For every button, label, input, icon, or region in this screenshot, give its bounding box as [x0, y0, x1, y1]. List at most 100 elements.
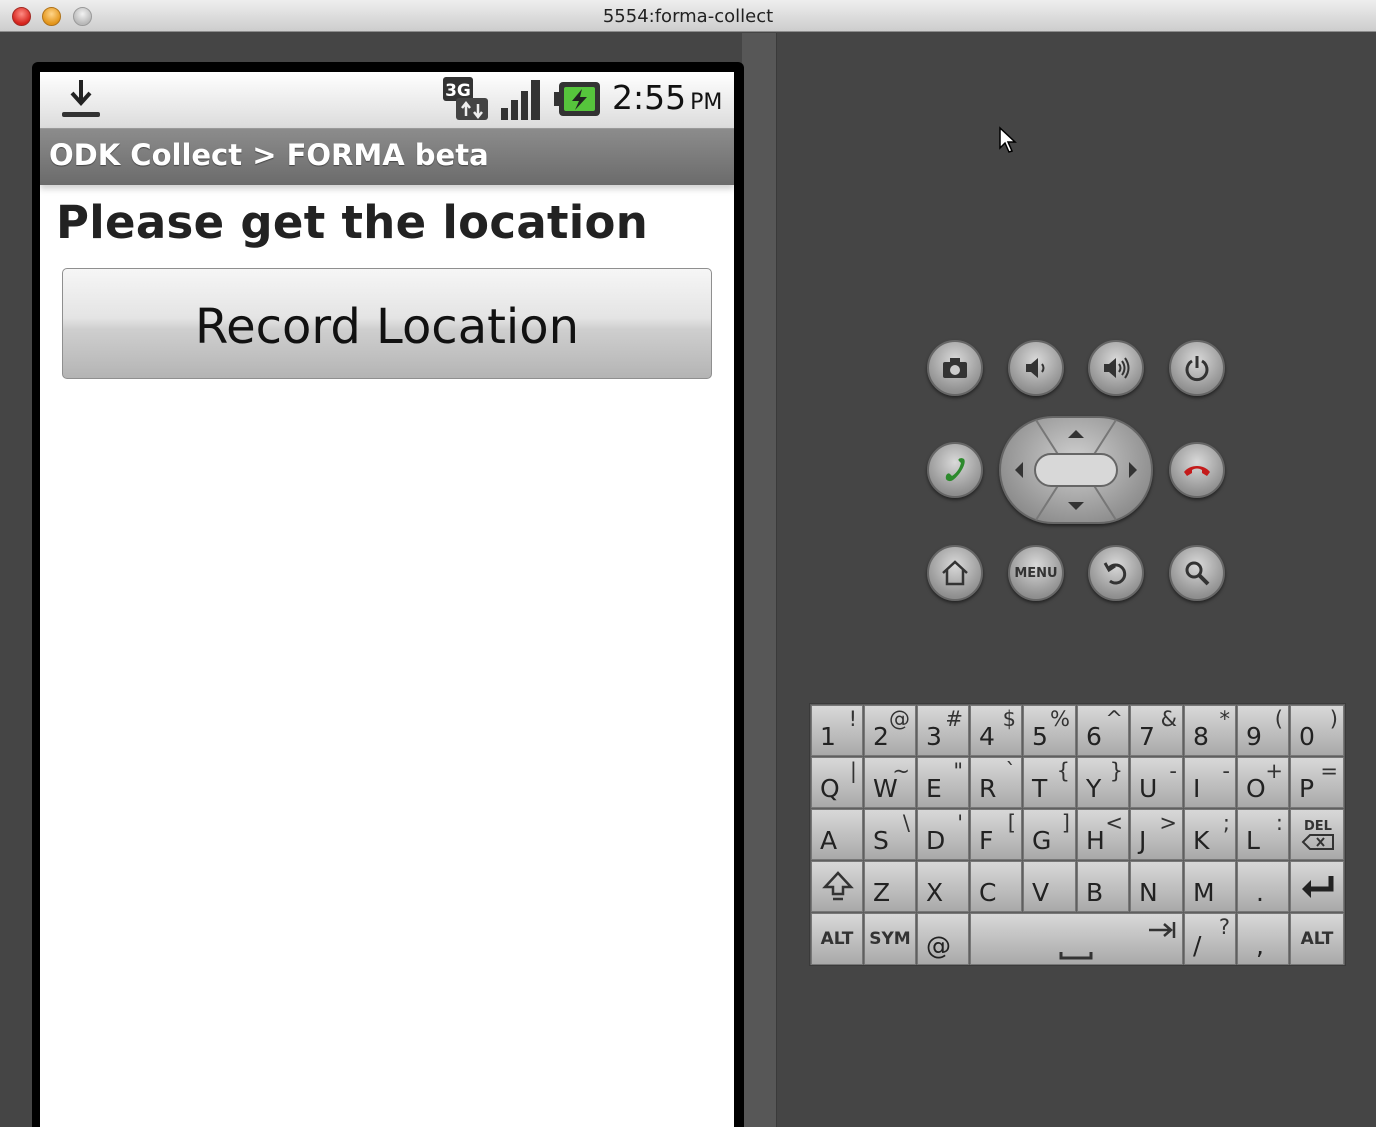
key[interactable]: R `	[970, 757, 1022, 808]
key[interactable]: B	[1077, 861, 1129, 912]
menu-button[interactable]: MENU	[1008, 545, 1064, 601]
key[interactable]: V	[1023, 861, 1076, 912]
key[interactable]: J >	[1130, 809, 1183, 860]
alt-left-key[interactable]: ALT	[811, 913, 863, 965]
key[interactable]: S \	[864, 809, 916, 860]
key[interactable]: Q |	[811, 757, 863, 808]
key[interactable]: 0)	[1290, 705, 1344, 756]
key-label: 3	[926, 722, 942, 751]
alt-right-key[interactable]: ALT	[1290, 913, 1344, 965]
volume-up-button[interactable]	[1088, 340, 1144, 396]
key[interactable]: A	[811, 809, 863, 860]
key-label: 2	[873, 722, 889, 751]
dpad-left[interactable]	[1001, 448, 1035, 492]
battery-charging-icon	[554, 82, 600, 116]
key-label: 7	[1139, 722, 1155, 751]
key[interactable]: H <	[1077, 809, 1129, 860]
key[interactable]: .	[1237, 861, 1289, 912]
clock-ampm: PM	[690, 90, 723, 115]
key-alt-label: #	[945, 707, 963, 731]
dpad-right[interactable]	[1117, 448, 1151, 492]
key[interactable]: M	[1184, 861, 1236, 912]
signal-icon	[501, 80, 540, 120]
key-label: O	[1246, 774, 1266, 803]
key[interactable]: /?	[1184, 913, 1236, 965]
key[interactable]: 1!	[811, 705, 863, 756]
volume-down-button[interactable]	[1008, 340, 1064, 396]
key-label: I	[1193, 774, 1201, 803]
sym-key[interactable]: SYM	[864, 913, 916, 965]
phone-call-icon	[945, 458, 965, 482]
at-key[interactable]: @	[917, 913, 969, 965]
key[interactable]: I-	[1184, 757, 1236, 808]
key[interactable]: X	[917, 861, 969, 912]
power-icon	[1185, 356, 1209, 382]
key-label: S	[873, 826, 889, 855]
key-alt-label: |	[849, 759, 857, 783]
key[interactable]: W ~	[864, 757, 916, 808]
dpad-up[interactable]	[1041, 418, 1111, 452]
key[interactable]: Z	[864, 861, 916, 912]
key-label: C	[979, 878, 997, 907]
key[interactable]: O +	[1237, 757, 1289, 808]
status-bar[interactable]: 3G 2:55 PM	[40, 72, 734, 128]
delete-key[interactable]: DEL	[1290, 809, 1344, 860]
dpad-center[interactable]	[1037, 455, 1115, 485]
key[interactable]: 7 &	[1130, 705, 1183, 756]
end-call-button[interactable]	[1169, 442, 1225, 498]
key-alt-label: ?	[1218, 915, 1230, 939]
key[interactable]: N	[1130, 861, 1183, 912]
key-label: Q	[820, 774, 840, 803]
key-label: A	[820, 826, 838, 855]
key-label: T	[1032, 774, 1048, 803]
power-button[interactable]	[1169, 340, 1225, 396]
key[interactable]: 8 *	[1184, 705, 1236, 756]
key[interactable]: 2 @	[864, 705, 916, 756]
key[interactable]: 9(	[1237, 705, 1289, 756]
record-location-label: Record Location	[194, 299, 580, 355]
search-button[interactable]	[1169, 545, 1225, 601]
key[interactable]: 5%	[1023, 705, 1076, 756]
back-button[interactable]	[1088, 545, 1144, 601]
key[interactable]: P =	[1290, 757, 1344, 808]
dpad-down[interactable]	[1041, 488, 1111, 522]
key-alt-label: \	[902, 811, 910, 835]
shift-key[interactable]	[811, 861, 863, 912]
key[interactable]: 4 $	[970, 705, 1022, 756]
key[interactable]: 3 #	[917, 705, 969, 756]
key-alt-label: ;	[1222, 811, 1230, 835]
enter-key[interactable]	[1290, 861, 1344, 912]
key[interactable]: 6 ^	[1077, 705, 1129, 756]
key-label: ALT	[820, 929, 854, 949]
dpad[interactable]	[999, 416, 1153, 524]
space-key[interactable]	[970, 913, 1183, 965]
key[interactable]: U-	[1130, 757, 1183, 808]
key[interactable]: C	[970, 861, 1022, 912]
menu-label: MENU	[1014, 565, 1058, 581]
key[interactable]: L:	[1237, 809, 1289, 860]
question-text: Please get the location	[56, 196, 649, 249]
key-label: .	[1256, 878, 1264, 907]
key-label: M	[1193, 878, 1215, 907]
key-alt-label: %	[1050, 707, 1070, 731]
key[interactable]: ,	[1237, 913, 1289, 965]
key[interactable]: Y}	[1077, 757, 1129, 808]
key-alt-label: -	[1222, 759, 1230, 783]
key[interactable]: D '	[917, 809, 969, 860]
key-alt-label: }	[1109, 759, 1123, 783]
key-label: /	[1193, 931, 1202, 960]
key[interactable]: T{	[1023, 757, 1076, 808]
enter-icon	[1302, 876, 1334, 898]
key[interactable]: G]	[1023, 809, 1076, 860]
call-button[interactable]	[927, 442, 983, 498]
key-label: F	[979, 826, 994, 855]
key-label: 9	[1246, 722, 1262, 751]
volume-down-icon	[1026, 358, 1045, 378]
home-button[interactable]	[927, 545, 983, 601]
key[interactable]: K;	[1184, 809, 1236, 860]
key[interactable]: F[	[970, 809, 1022, 860]
record-location-button[interactable]: Record Location	[62, 268, 712, 379]
camera-button[interactable]	[927, 340, 983, 396]
key-label: 0	[1299, 722, 1315, 751]
key[interactable]: E "	[917, 757, 969, 808]
